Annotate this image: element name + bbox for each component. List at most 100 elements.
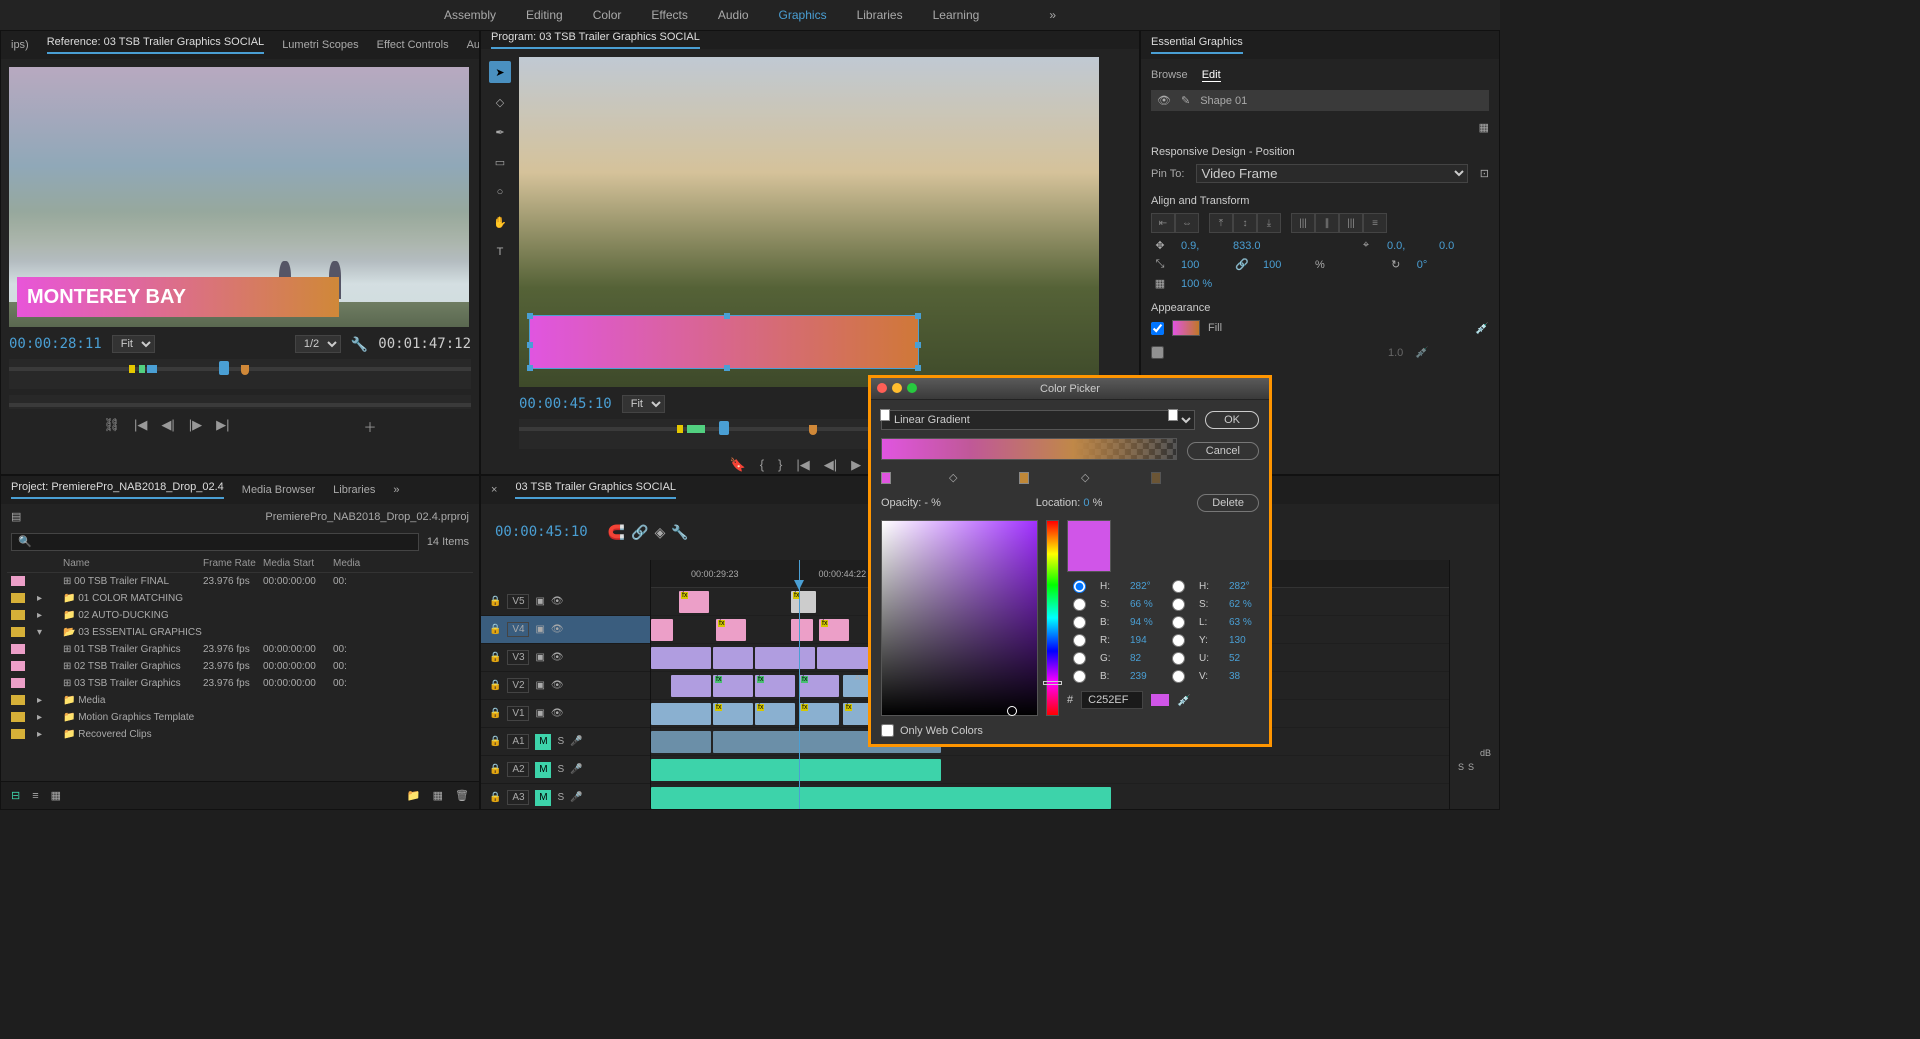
new-item-icon[interactable]: ▦	[433, 789, 443, 802]
project-columns-header[interactable]: Name Frame Rate Media Start Media	[7, 555, 473, 573]
dist-hcenter-icon[interactable]: ∥	[1315, 213, 1339, 233]
eye-icon[interactable]: 👁	[1157, 94, 1171, 107]
h-radio[interactable]	[1073, 580, 1086, 593]
hand-tool-icon[interactable]: ✋	[489, 211, 511, 233]
h2-radio[interactable]	[1172, 580, 1185, 593]
track-header-a1[interactable]: 🔒A1MS🎤	[481, 728, 650, 756]
workspace-learning[interactable]: Learning	[933, 8, 980, 22]
ref-step-back-icon[interactable]: ◀|	[161, 417, 174, 436]
gradient-stop-1[interactable]	[881, 472, 891, 484]
workspace-overflow-icon[interactable]: »	[1049, 8, 1056, 22]
l-radio[interactable]	[1172, 616, 1185, 629]
eye-icon[interactable]: 👁	[551, 708, 564, 719]
project-row[interactable]: ▾📂 03 ESSENTIAL GRAPHICS	[7, 624, 473, 641]
prog-timecode-left[interactable]: 00:00:45:10	[519, 396, 612, 412]
align-top-icon[interactable]: ⤒	[1209, 213, 1233, 233]
shadow-opacity[interactable]: 1.0	[1388, 347, 1403, 359]
align-left-icon[interactable]: ⇤	[1151, 213, 1175, 233]
voiceover-icon[interactable]: 🎤	[570, 764, 582, 775]
dist-left-icon[interactable]: |||	[1291, 213, 1315, 233]
dist-vert-icon[interactable]: ≡	[1363, 213, 1387, 233]
prog-prev-edit-icon[interactable]: |◀	[796, 457, 809, 473]
gradient-preview[interactable]	[881, 438, 1177, 460]
hue-slider[interactable]	[1046, 520, 1059, 716]
pin-to-select[interactable]: Video Frame	[1196, 164, 1467, 183]
eg-tab-browse[interactable]: Browse	[1151, 69, 1188, 82]
pos-y[interactable]: 833.0	[1233, 240, 1273, 252]
trash-icon[interactable]: 🗑	[455, 789, 469, 802]
toggle-track-icon[interactable]: ▣	[535, 596, 544, 607]
timeline-sequence-tab[interactable]: 03 TSB Trailer Graphics SOCIAL	[515, 481, 676, 499]
snap-icon[interactable]: 🧲	[608, 524, 625, 541]
prog-fit-select[interactable]: Fit	[622, 395, 665, 413]
eg-title[interactable]: Essential Graphics	[1151, 36, 1243, 54]
workspace-audio[interactable]: Audio	[718, 8, 749, 22]
b-radio[interactable]	[1073, 616, 1086, 629]
scale-h[interactable]: 100	[1263, 259, 1303, 271]
gradient-stop-2[interactable]	[1019, 472, 1029, 484]
lock-icon[interactable]: 🔒	[489, 680, 501, 691]
prog-marker-icon[interactable]: 🔖	[730, 457, 746, 473]
lock-icon[interactable]: 🔒	[489, 736, 501, 747]
project-row[interactable]: ▸📁 Recovered Clips	[7, 726, 473, 743]
link-icon[interactable]: 🔗	[631, 524, 648, 541]
lock-icon[interactable]: 🔒	[489, 624, 501, 635]
color-field[interactable]	[881, 520, 1038, 716]
toggle-track-icon[interactable]: ▣	[535, 652, 544, 663]
list-view-icon[interactable]: ≡	[32, 790, 38, 802]
solo-button[interactable]: S	[557, 764, 564, 775]
toggle-track-icon[interactable]: ▣	[535, 680, 544, 691]
gradient-stop-3[interactable]	[1151, 472, 1161, 484]
pos-x[interactable]: 0.9,	[1181, 240, 1221, 252]
pen-tool-icon[interactable]: ✒	[489, 121, 511, 143]
track-header-a3[interactable]: 🔒A3MS🎤	[481, 784, 650, 809]
lock-icon[interactable]: 🔒	[489, 652, 501, 663]
workspace-assembly[interactable]: Assembly	[444, 8, 496, 22]
align-hcenter-icon[interactable]: ⇔	[1175, 213, 1199, 233]
cancel-button[interactable]: Cancel	[1187, 442, 1259, 460]
lock-icon[interactable]: 🔒	[489, 708, 501, 719]
eye-icon[interactable]: 👁	[551, 596, 564, 607]
media-browser-tab[interactable]: Media Browser	[242, 484, 315, 496]
voiceover-icon[interactable]: 🎤	[570, 736, 582, 747]
lock-icon[interactable]: 🔒	[489, 764, 501, 775]
program-tab[interactable]: Program: 03 TSB Trailer Graphics SOCIAL	[491, 31, 700, 49]
libraries-tab[interactable]: Libraries	[333, 484, 375, 496]
ref-gang-icon[interactable]: ⛓	[103, 417, 120, 436]
program-monitor-canvas[interactable]	[519, 57, 1099, 387]
v-radio[interactable]	[1172, 670, 1185, 683]
workspace-graphics[interactable]: Graphics	[779, 8, 827, 22]
prog-step-back-icon[interactable]: ◀|	[824, 457, 837, 473]
mute-button[interactable]: M	[535, 790, 551, 806]
panel-overflow-icon[interactable]: »	[393, 484, 399, 496]
ref-tab-effect-controls[interactable]: Effect Controls	[377, 39, 449, 51]
track-header-v3[interactable]: 🔒V3▣👁	[481, 644, 650, 672]
eyedropper-icon[interactable]: 💉	[1475, 322, 1489, 335]
track-header-v4[interactable]: 🔒V4▣👁	[481, 616, 650, 644]
selected-shape[interactable]	[529, 315, 919, 369]
fill-swatch[interactable]	[1172, 320, 1200, 336]
ref-resolution-select[interactable]: 1/2	[295, 335, 341, 353]
wrench-icon-tl[interactable]: 🔧	[671, 524, 688, 541]
track-header-v5[interactable]: 🔒V5▣👁	[481, 588, 650, 616]
workspace-libraries[interactable]: Libraries	[857, 8, 903, 22]
eye-icon[interactable]: 👁	[551, 624, 564, 635]
vertex-tool-icon[interactable]: ◇	[489, 91, 511, 113]
eyedropper-icon-2[interactable]: 💉	[1415, 346, 1429, 359]
toggle-track-icon[interactable]: ▣	[535, 708, 544, 719]
shadow-checkbox[interactable]	[1151, 346, 1164, 359]
g-radio[interactable]	[1073, 652, 1086, 665]
delete-stop-button[interactable]: Delete	[1197, 494, 1259, 512]
eg-tab-edit[interactable]: Edit	[1202, 69, 1221, 82]
solo-button[interactable]: S	[557, 792, 564, 803]
project-row[interactable]: ▸📁 Media	[7, 692, 473, 709]
mute-button[interactable]: M	[535, 734, 551, 750]
fill-checkbox[interactable]	[1151, 322, 1164, 335]
ref-zoom-bar[interactable]	[9, 395, 471, 409]
eg-layer-row[interactable]: 👁 ✎ Shape 01	[1151, 90, 1489, 111]
bc-radio[interactable]	[1073, 670, 1086, 683]
align-vcenter-icon[interactable]: ↕	[1233, 213, 1257, 233]
project-row[interactable]: ⊞ 03 TSB Trailer Graphics23.976 fps00:00…	[7, 675, 473, 692]
lock-icon[interactable]: 🔒	[489, 792, 501, 803]
ref-tab-lumetri[interactable]: Lumetri Scopes	[282, 39, 358, 51]
